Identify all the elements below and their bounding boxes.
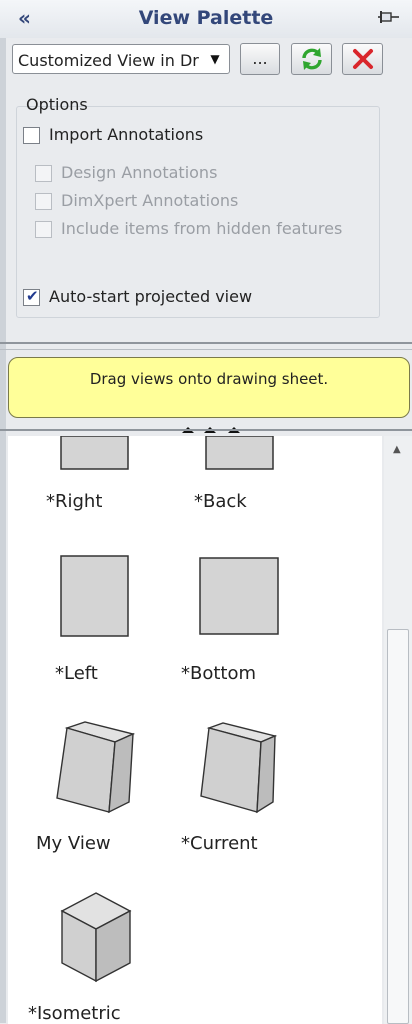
- checkbox-box[interactable]: [23, 127, 40, 144]
- dropdown-arrow-icon[interactable]: ▼: [204, 48, 226, 70]
- left-view-icon[interactable]: [60, 555, 132, 639]
- toolbar: Customized View in Dr ▼ ...: [12, 42, 407, 80]
- splitter-line: [0, 349, 412, 350]
- document-select[interactable]: Customized View in Dr ▼: [12, 44, 230, 74]
- close-button[interactable]: [342, 43, 383, 75]
- isometric-view-icon[interactable]: [58, 891, 134, 985]
- import-annotations-label: Import Annotations: [49, 125, 204, 144]
- current-view-icon[interactable]: [199, 722, 279, 814]
- splitter-top[interactable]: [0, 342, 412, 344]
- views-list: *Right *Back *Left *Bottom My View *Curr…: [8, 436, 382, 1024]
- checkmark-icon: ✔: [26, 287, 39, 305]
- checkbox-box[interactable]: ✔: [23, 287, 40, 306]
- close-icon: [352, 49, 373, 69]
- title-bar: « View Palette: [0, 0, 412, 38]
- views-scrollbar[interactable]: ▲: [384, 436, 412, 1024]
- splitter-grip-icon[interactable]: [182, 421, 242, 435]
- view-label-current: *Current: [181, 833, 258, 854]
- refresh-icon: [301, 48, 322, 70]
- view-label-my-view: My View: [36, 833, 111, 854]
- view-label-right: *Right: [46, 491, 103, 512]
- checkbox-box: [35, 221, 52, 238]
- checkbox-box: [35, 165, 52, 182]
- pushpin-icon[interactable]: [378, 8, 400, 28]
- auto-start-label: Auto-start projected view: [49, 287, 253, 306]
- splitter-bottom[interactable]: [0, 429, 412, 431]
- options-group: Options Import Annotations Design Annota…: [12, 92, 380, 318]
- scroll-up-icon[interactable]: ▲: [393, 444, 401, 455]
- options-label: Options: [26, 95, 88, 114]
- view-label-isometric: *Isometric: [28, 1003, 121, 1024]
- design-annotations-label: Design Annotations: [61, 163, 218, 182]
- scrollbar-thumb[interactable]: [387, 629, 409, 1024]
- hidden-features-label: Include items from hidden features: [61, 219, 343, 238]
- panel-left-edge: [0, 38, 6, 1023]
- view-label-left: *Left: [55, 663, 98, 684]
- bottom-view-icon[interactable]: [199, 557, 281, 637]
- refresh-button[interactable]: [291, 43, 332, 75]
- document-select-value: Customized View in Dr: [18, 51, 199, 70]
- browse-button[interactable]: ...: [240, 43, 280, 75]
- dimxpert-annotations-label: DimXpert Annotations: [61, 191, 239, 210]
- panel-title: View Palette: [138, 7, 274, 29]
- view-label-back: *Back: [194, 491, 247, 512]
- right-view-icon[interactable]: [60, 436, 130, 472]
- back-view-icon[interactable]: [205, 436, 275, 472]
- view-label-bottom: *Bottom: [181, 663, 257, 684]
- drag-hint-banner: Drag views onto drawing sheet.: [8, 357, 410, 418]
- checkbox-box: [35, 193, 52, 210]
- my-view-icon[interactable]: [53, 720, 138, 815]
